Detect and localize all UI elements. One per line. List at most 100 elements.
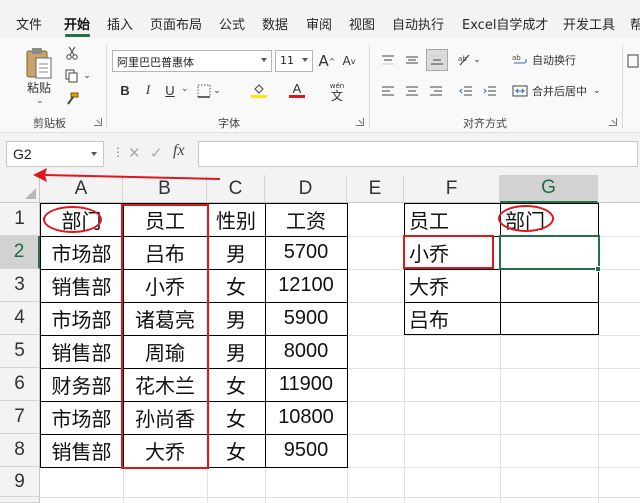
column-header-e[interactable]: E — [347, 175, 404, 203]
column-header-f[interactable]: F — [404, 175, 500, 203]
fill-handle[interactable] — [595, 266, 601, 272]
lookup-cell[interactable]: 大乔 — [404, 269, 500, 302]
lookup-cell[interactable]: 小乔 — [404, 236, 500, 269]
table-header-cell[interactable]: 员工 — [123, 203, 207, 236]
row-header-7[interactable]: 7 — [0, 401, 40, 434]
font-name-select[interactable]: 阿里巴巴普惠体 — [112, 50, 272, 72]
paste-dropdown-icon[interactable]: ⌄ — [36, 96, 44, 106]
lookup-result-cell[interactable] — [500, 236, 598, 269]
cut-button[interactable] — [63, 44, 81, 62]
italic-button[interactable]: I — [140, 80, 156, 100]
lookup-header-cell[interactable]: 部门 — [500, 203, 598, 236]
name-box[interactable]: G2 — [6, 141, 104, 167]
table-cell[interactable]: 女 — [207, 269, 265, 302]
paste-button[interactable] — [22, 44, 56, 82]
table-cell[interactable]: 男 — [207, 236, 265, 269]
tab-view[interactable]: 视图 — [349, 14, 375, 33]
table-cell[interactable]: 销售部 — [40, 335, 123, 368]
table-cell[interactable]: 8000 — [265, 335, 347, 368]
tab-review[interactable]: 审阅 — [306, 14, 332, 33]
table-cell[interactable]: 诸葛亮 — [123, 302, 207, 335]
bold-button[interactable]: B — [117, 80, 133, 100]
align-top-button[interactable] — [378, 50, 398, 70]
decrease-font-button[interactable]: Av — [340, 50, 358, 72]
table-cell[interactable]: 市场部 — [40, 236, 123, 269]
column-header-d[interactable]: D — [265, 175, 347, 203]
align-left-button[interactable] — [378, 81, 398, 101]
row-header-6[interactable]: 6 — [0, 368, 40, 401]
formula-input[interactable] — [198, 141, 638, 167]
table-cell[interactable]: 10800 — [265, 401, 347, 434]
wrap-text-button[interactable]: ab 自动换行 — [512, 50, 612, 70]
align-middle-button[interactable] — [402, 50, 422, 70]
lookup-result-cell[interactable] — [500, 269, 598, 302]
decrease-indent-button[interactable] — [456, 81, 476, 101]
table-cell[interactable]: 周瑜 — [123, 335, 207, 368]
clipboard-launcher-icon[interactable] — [94, 118, 102, 126]
font-color-button[interactable]: A — [283, 79, 311, 101]
table-cell[interactable]: 女 — [207, 401, 265, 434]
underline-button[interactable]: U — [162, 80, 178, 100]
table-cell[interactable]: 12100 — [265, 269, 347, 302]
row-header-4[interactable]: 4 — [0, 302, 40, 335]
table-cell[interactable]: 5900 — [265, 302, 347, 335]
table-header-cell[interactable]: 部门 — [40, 203, 123, 236]
table-cell[interactable]: 女 — [207, 434, 265, 467]
table-cell[interactable]: 吕布 — [123, 236, 207, 269]
tab-developer[interactable]: 开发工具 — [563, 14, 615, 33]
table-cell[interactable]: 小乔 — [123, 269, 207, 302]
tab-automate[interactable]: 自动执行 — [392, 14, 444, 33]
tab-help[interactable]: 帮 — [630, 14, 640, 33]
align-bottom-button[interactable] — [426, 49, 448, 71]
fill-color-button[interactable] — [245, 79, 273, 101]
table-cell[interactable]: 9500 — [265, 434, 347, 467]
row-header-2[interactable]: 2 — [0, 236, 40, 269]
borders-button[interactable]: ⌄ — [197, 81, 221, 101]
orientation-button[interactable]: ab ⌄ — [455, 50, 483, 70]
column-header-h[interactable] — [598, 175, 640, 203]
table-cell[interactable]: 女 — [207, 368, 265, 401]
increase-font-button[interactable]: A ^ — [318, 50, 336, 72]
table-cell[interactable]: 男 — [207, 335, 265, 368]
table-header-cell[interactable]: 性别 — [207, 203, 265, 236]
tab-file[interactable]: 文件 — [16, 14, 42, 33]
row-header-3[interactable]: 3 — [0, 269, 40, 302]
row-header-9[interactable]: 9 — [0, 467, 40, 497]
tab-excel-self-study[interactable]: Excel自学成才 — [462, 14, 548, 33]
table-cell[interactable]: 孙尚香 — [123, 401, 207, 434]
tab-insert[interactable]: 插入 — [107, 14, 133, 33]
table-cell[interactable]: 财务部 — [40, 368, 123, 401]
chevron-down-icon[interactable]: ⌄ — [181, 84, 189, 94]
table-cell[interactable]: 11900 — [265, 368, 347, 401]
table-cell[interactable]: 市场部 — [40, 401, 123, 434]
function-icon[interactable]: fx — [173, 142, 185, 160]
tab-page-layout[interactable]: 页面布局 — [150, 14, 202, 33]
number-format-button[interactable] — [626, 52, 640, 70]
row-header-8[interactable]: 8 — [0, 434, 40, 467]
copy-button[interactable]: ⌄ — [63, 67, 93, 85]
lookup-result-cell[interactable] — [500, 302, 598, 335]
font-size-select[interactable]: 11 — [275, 50, 313, 72]
tab-data[interactable]: 数据 — [262, 14, 288, 33]
check-icon[interactable]: ✓ — [150, 144, 163, 162]
alignment-launcher-icon[interactable] — [609, 118, 617, 126]
table-cell[interactable]: 男 — [207, 302, 265, 335]
table-cell[interactable]: 大乔 — [123, 434, 207, 467]
chevron-down-icon[interactable] — [91, 152, 97, 156]
phonetic-guide-button[interactable]: wén 文 — [326, 80, 348, 104]
table-header-cell[interactable]: 工资 — [265, 203, 347, 236]
cancel-icon[interactable]: ✕ — [128, 144, 141, 162]
tab-home[interactable]: 开始 — [64, 14, 90, 33]
font-launcher-icon[interactable] — [356, 118, 364, 126]
table-cell[interactable]: 5700 — [265, 236, 347, 269]
table-cell[interactable]: 花木兰 — [123, 368, 207, 401]
row-header-5[interactable]: 5 — [0, 335, 40, 368]
format-painter-button[interactable] — [63, 90, 81, 108]
lookup-header-cell[interactable]: 员工 — [404, 203, 500, 236]
column-header-g[interactable]: G — [500, 175, 598, 203]
lookup-cell[interactable]: 吕布 — [404, 302, 500, 335]
increase-indent-button[interactable] — [480, 81, 500, 101]
row-header-1[interactable]: 1 — [0, 203, 40, 236]
row-header-10[interactable] — [0, 497, 40, 503]
table-cell[interactable]: 销售部 — [40, 434, 123, 467]
